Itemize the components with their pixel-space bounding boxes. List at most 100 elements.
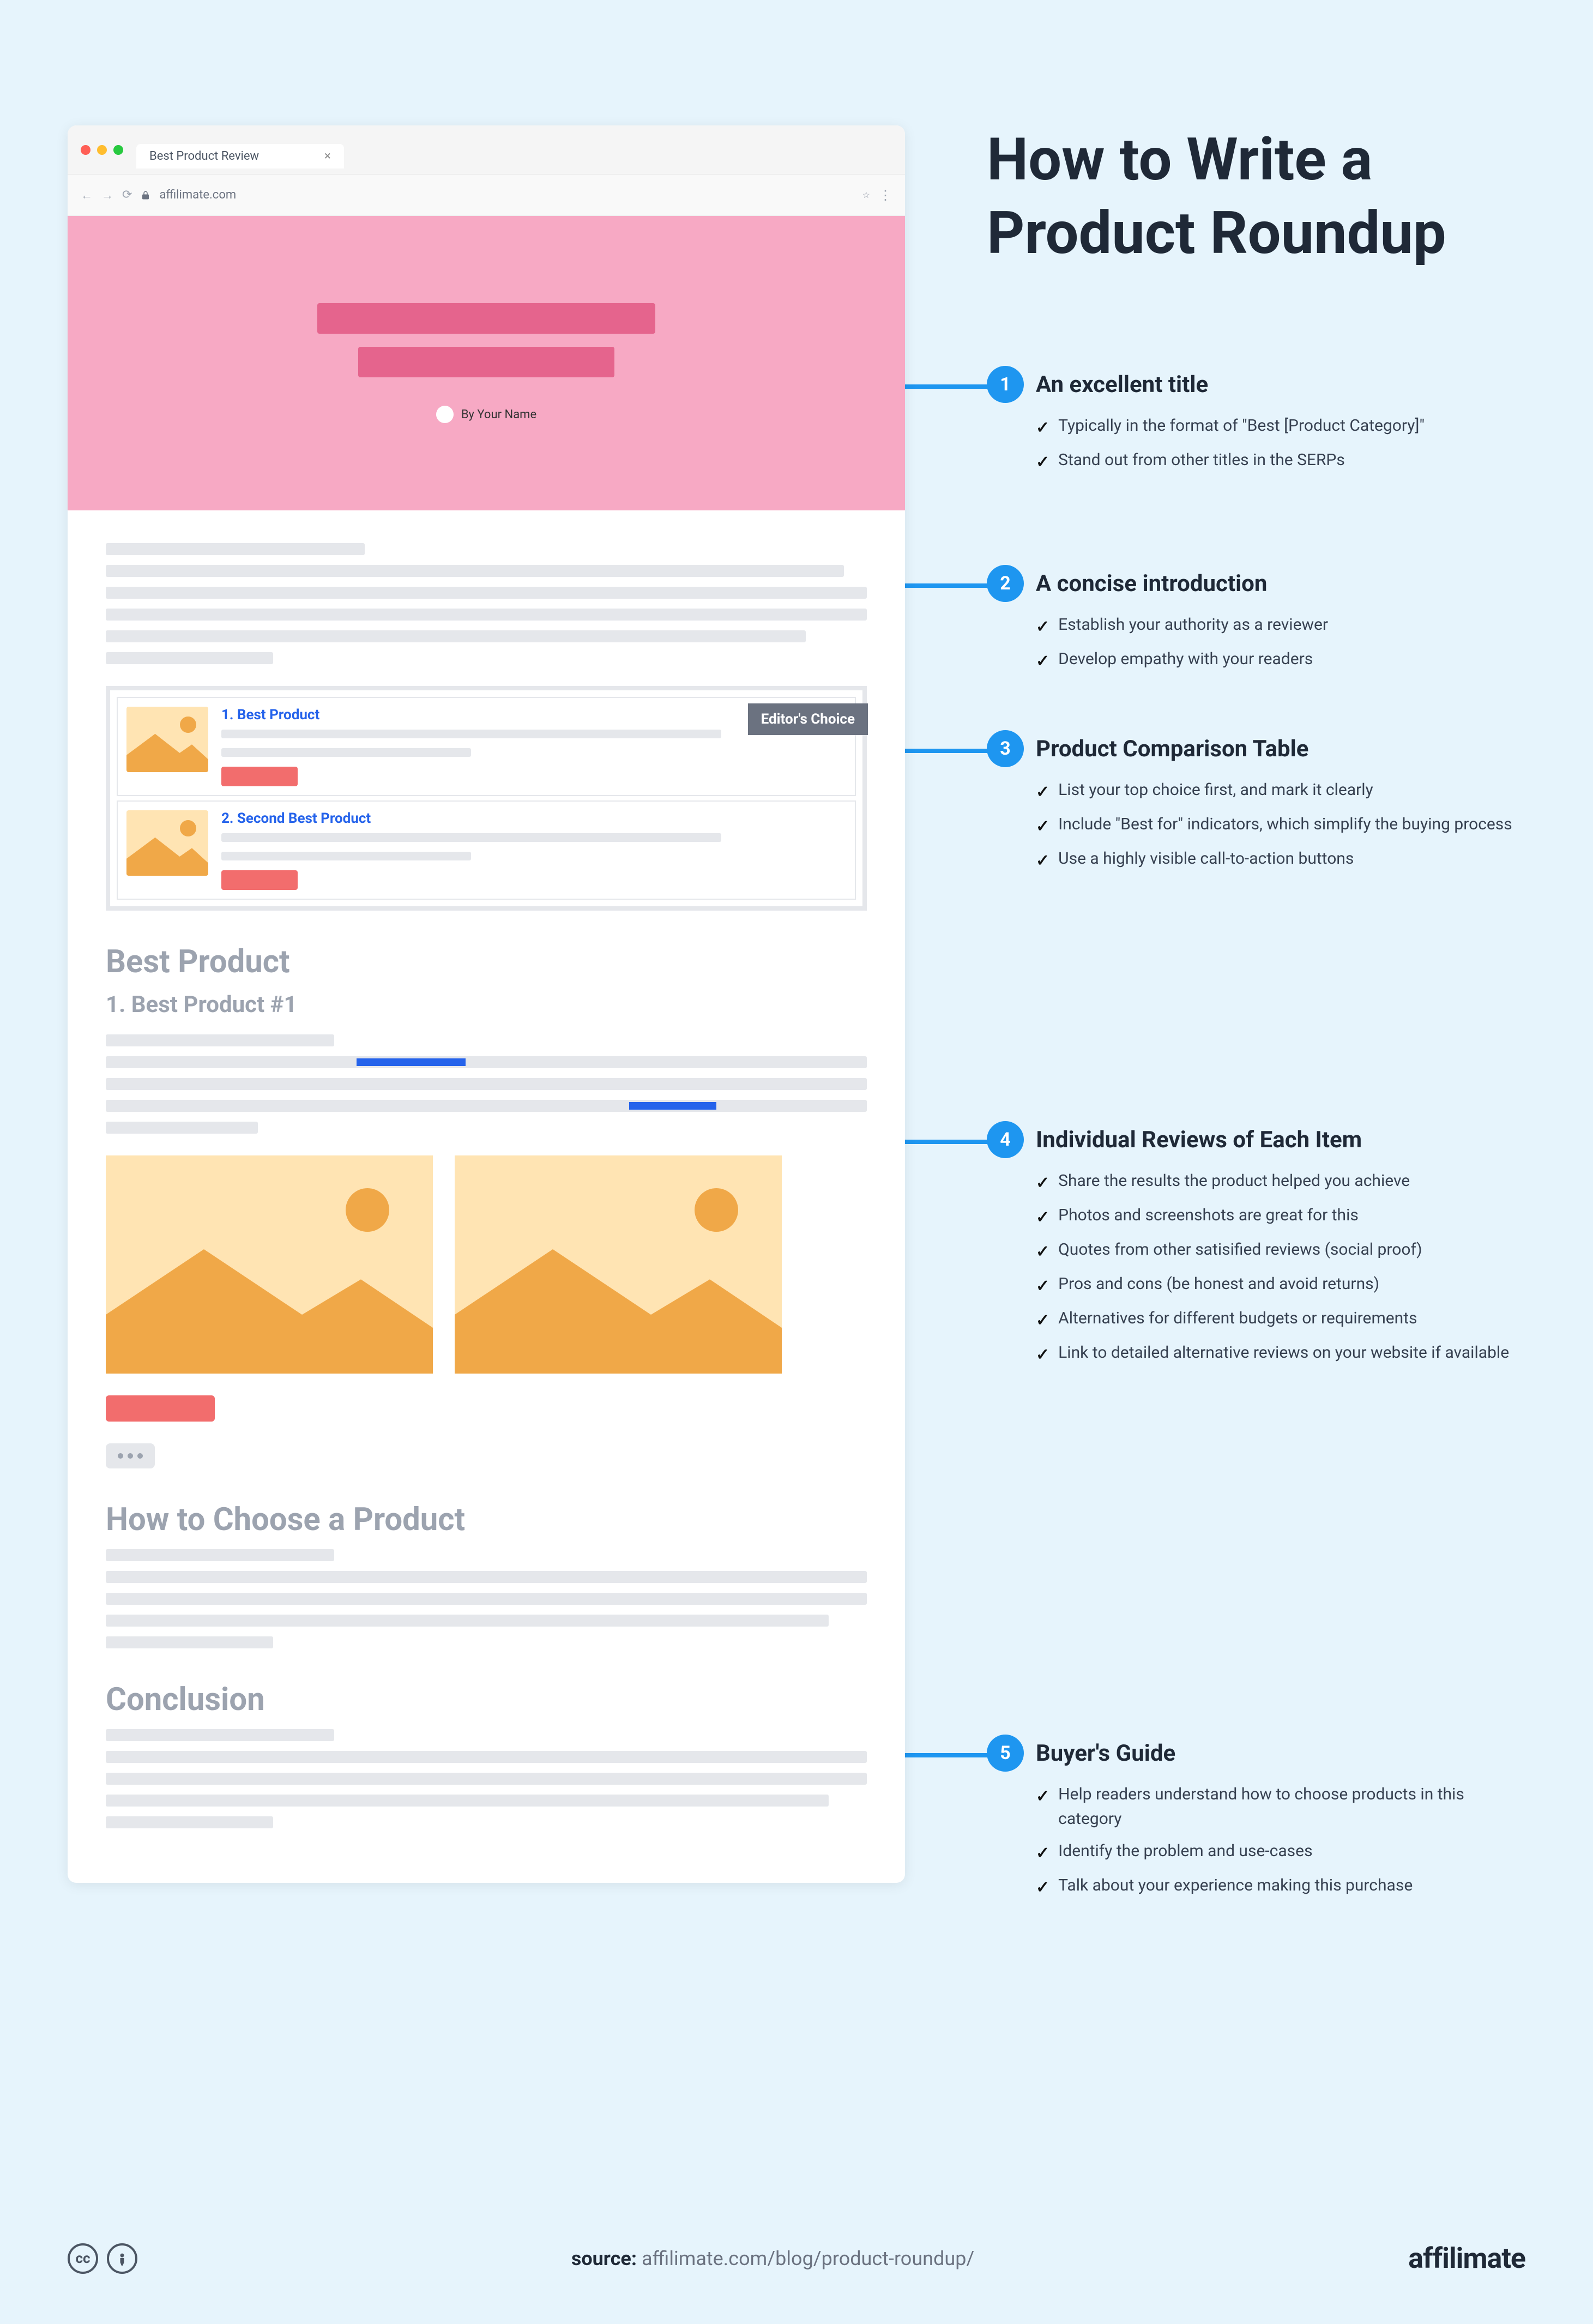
page-content: Editor's Choice 1. Best Product 2. Secon… <box>68 510 905 1883</box>
check-icon: ✓ <box>1036 780 1049 804</box>
footer: cc source: affilimate.com/blog/product-r… <box>0 2242 1593 2275</box>
forward-icon: → <box>101 188 113 202</box>
browser-mockup: Best Product Review × ← → ⟳ affilimate.c… <box>68 125 905 1883</box>
close-dot <box>81 145 90 155</box>
skeleton-line <box>106 630 806 642</box>
url-text: affilimate.com <box>159 188 853 202</box>
number-badge: 5 <box>987 1735 1024 1772</box>
skeleton-line <box>106 1034 334 1046</box>
annotation-3: 3 Product Comparison Table ✓List your to… <box>987 730 1521 881</box>
skeleton-line <box>106 1122 258 1134</box>
lock-icon <box>141 190 150 200</box>
check-icon: ✓ <box>1036 1784 1049 1831</box>
number-badge: 2 <box>987 565 1024 602</box>
check-icon: ✓ <box>1036 848 1049 873</box>
traffic-lights <box>81 145 123 155</box>
byline-text: By Your Name <box>461 408 536 422</box>
skeleton-line <box>106 1549 334 1561</box>
product-image <box>455 1155 782 1374</box>
check-icon: ✓ <box>1036 1342 1049 1367</box>
address-bar: ← → ⟳ affilimate.com ☆ ⋮ <box>68 174 905 216</box>
maximize-dot <box>113 145 123 155</box>
inline-link <box>629 1102 716 1110</box>
skeleton-line <box>221 833 721 842</box>
cta-button <box>221 870 298 890</box>
skeleton-line <box>106 1751 867 1763</box>
sub-heading: 1. Best Product #1 <box>106 991 867 1018</box>
back-icon: ← <box>81 188 93 202</box>
check-icon: ✓ <box>1036 649 1049 673</box>
reload-icon: ⟳ <box>122 188 132 202</box>
skeleton-line <box>106 1056 867 1068</box>
product-link: 2. Second Best Product <box>221 810 846 827</box>
menu-icon: ⋮ <box>879 188 892 203</box>
product-image <box>106 1155 433 1374</box>
skeleton-line <box>106 565 844 577</box>
subtitle-placeholder <box>358 347 614 377</box>
cta-button <box>221 767 298 786</box>
section-heading: Best Product <box>106 943 867 980</box>
check-icon: ✓ <box>1036 814 1049 839</box>
annotation-list: ✓Share the results the product helped yo… <box>1036 1169 1509 1367</box>
number-badge: 3 <box>987 730 1024 767</box>
skeleton-line <box>106 652 273 664</box>
brand-logo: affilimate <box>1408 2242 1525 2275</box>
check-icon: ✓ <box>1036 1875 1049 1900</box>
skeleton-line <box>221 852 471 860</box>
annotation-4: 4 Individual Reviews of Each Item ✓Share… <box>987 1121 1521 1375</box>
annotation-title: Buyer's Guide <box>1036 1740 1521 1767</box>
title-placeholder <box>317 303 655 334</box>
skeleton-line <box>106 1100 867 1112</box>
annotation-list: ✓Establish your authority as a reviewer … <box>1036 612 1328 673</box>
skeleton-line <box>106 1636 273 1648</box>
check-icon: ✓ <box>1036 1308 1049 1333</box>
byline: By Your Name <box>436 406 536 423</box>
star-icon: ☆ <box>862 190 870 200</box>
check-icon: ✓ <box>1036 450 1049 474</box>
comparison-table: Editor's Choice 1. Best Product 2. Secon… <box>106 686 867 911</box>
skeleton-line <box>106 1615 829 1627</box>
product-thumb <box>126 810 208 876</box>
browser-tab: Best Product Review × <box>136 144 344 168</box>
inline-link <box>357 1058 466 1066</box>
check-icon: ✓ <box>1036 615 1049 639</box>
check-icon: ✓ <box>1036 416 1049 440</box>
skeleton-line <box>221 730 721 738</box>
annotation-title: A concise introduction <box>1036 570 1328 597</box>
skeleton-line <box>106 1571 867 1583</box>
check-icon: ✓ <box>1036 1239 1049 1264</box>
skeleton-line <box>106 1593 867 1605</box>
product-thumb <box>126 707 208 772</box>
skeleton-line <box>106 1773 867 1785</box>
section-heading: Conclusion <box>106 1681 867 1718</box>
image-row <box>106 1155 867 1374</box>
annotation-title: Individual Reviews of Each Item <box>1036 1127 1509 1153</box>
annotation-list: ✓Help readers understand how to choose p… <box>1036 1782 1521 1900</box>
annotation-list: ✓Typically in the format of "Best [Produ… <box>1036 413 1425 474</box>
annotation-1: 1 An excellent title ✓Typically in the f… <box>987 366 1521 482</box>
cc-license-icons: cc <box>68 2243 137 2274</box>
number-badge: 1 <box>987 366 1024 403</box>
source-text: source: affilimate.com/blog/product-roun… <box>137 2247 1408 2270</box>
skeleton-line <box>106 543 365 555</box>
annotation-2: 2 A concise introduction ✓Establish your… <box>987 565 1521 681</box>
close-icon: × <box>324 149 331 163</box>
tab-title: Best Product Review <box>149 149 259 163</box>
check-icon: ✓ <box>1036 1205 1049 1230</box>
skeleton-line <box>106 587 867 599</box>
avatar-icon <box>436 406 454 423</box>
skeleton-line <box>106 609 867 621</box>
cc-icon: cc <box>68 2243 98 2274</box>
skeleton-line <box>106 1729 334 1741</box>
table-row: 2. Second Best Product <box>117 800 856 900</box>
cta-button <box>106 1395 215 1422</box>
attribution-icon <box>107 2243 137 2274</box>
infographic-title: How to Write a Product Roundup <box>987 123 1446 270</box>
check-icon: ✓ <box>1036 1274 1049 1298</box>
annotation-list: ✓List your top choice first, and mark it… <box>1036 778 1512 873</box>
number-badge: 4 <box>987 1121 1024 1158</box>
section-heading: How to Choose a Product <box>106 1501 867 1538</box>
skeleton-line <box>106 1078 867 1090</box>
annotation-title: Product Comparison Table <box>1036 736 1512 762</box>
table-row: 1. Best Product <box>117 697 856 796</box>
